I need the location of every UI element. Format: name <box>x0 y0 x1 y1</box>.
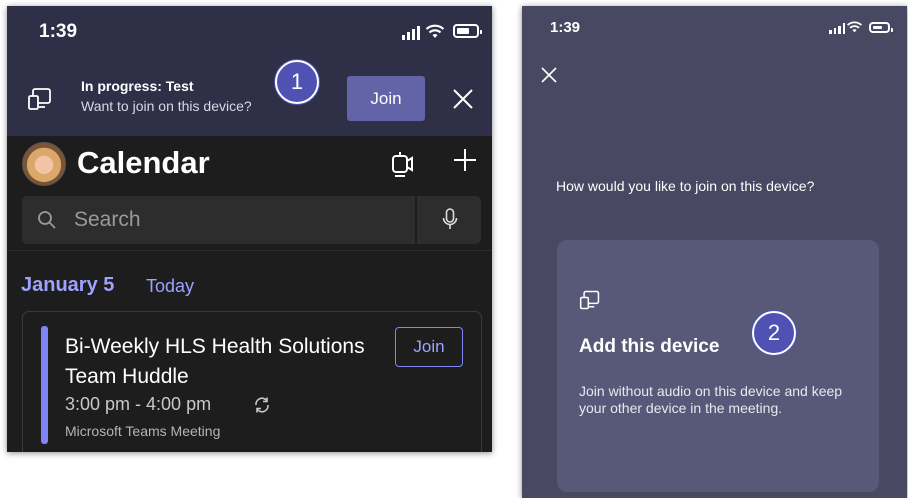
event-title: Bi-Weekly HLS Health Solutions Team Hudd… <box>65 335 365 388</box>
date-label: January 5 <box>21 274 115 296</box>
video-meet-icon[interactable] <box>391 150 413 178</box>
today-label: Today <box>146 276 195 296</box>
event-time: 3:00 pm - 4:00 pm <box>65 394 212 414</box>
banner-subtitle: Want to join on this device? <box>81 98 252 114</box>
right-phone-screen: 1:39 How would you like to join on this … <box>522 6 907 498</box>
option-description: Join without audio on this device and ke… <box>579 383 843 416</box>
battery-icon <box>869 22 893 33</box>
divider <box>7 250 492 251</box>
avatar[interactable] <box>22 142 66 186</box>
event-color-bar <box>41 326 48 444</box>
option-title: Add this device <box>579 336 720 357</box>
search-icon <box>38 211 56 229</box>
status-time: 1:39 <box>550 19 581 36</box>
battery-icon <box>453 24 482 38</box>
signal-icon <box>829 23 845 34</box>
recurring-icon <box>255 397 269 413</box>
wifi-icon <box>425 24 445 38</box>
device-cast-icon <box>28 88 51 110</box>
search-input[interactable]: Search <box>74 208 141 232</box>
step-callout-2: 2 <box>752 311 796 355</box>
microphone-icon[interactable] <box>442 208 458 232</box>
close-icon[interactable] <box>450 86 476 112</box>
plus-icon[interactable] <box>453 148 477 172</box>
signal-icon <box>402 26 420 40</box>
calendar-header: Calendar <box>7 136 492 192</box>
event-join-button[interactable]: Join <box>395 327 463 367</box>
meeting-card[interactable]: Bi-Weekly HLS Health Solutions Team Hudd… <box>22 311 482 452</box>
meeting-in-progress-banner: In progress: Test Want to join on this d… <box>7 64 492 136</box>
search-divider <box>415 196 417 244</box>
close-icon[interactable] <box>540 66 558 84</box>
page-title: Calendar <box>77 145 210 180</box>
status-time: 1:39 <box>39 21 78 42</box>
search-bar[interactable]: Search <box>22 196 481 244</box>
device-cast-icon <box>579 290 600 310</box>
left-phone-screen: 1:39 In progress: Test Want to join on t… <box>7 6 492 452</box>
add-this-device-option[interactable]: Add this device Join without audio on th… <box>557 240 879 492</box>
status-bar: 1:39 <box>7 6 492 64</box>
step-callout-1: 1 <box>275 60 319 104</box>
join-question: How would you like to join on this devic… <box>556 178 815 194</box>
event-subtitle: Microsoft Teams Meeting <box>65 423 221 439</box>
banner-title: In progress: Test <box>81 78 194 94</box>
wifi-icon <box>846 21 863 33</box>
banner-join-button[interactable]: Join <box>347 76 425 121</box>
